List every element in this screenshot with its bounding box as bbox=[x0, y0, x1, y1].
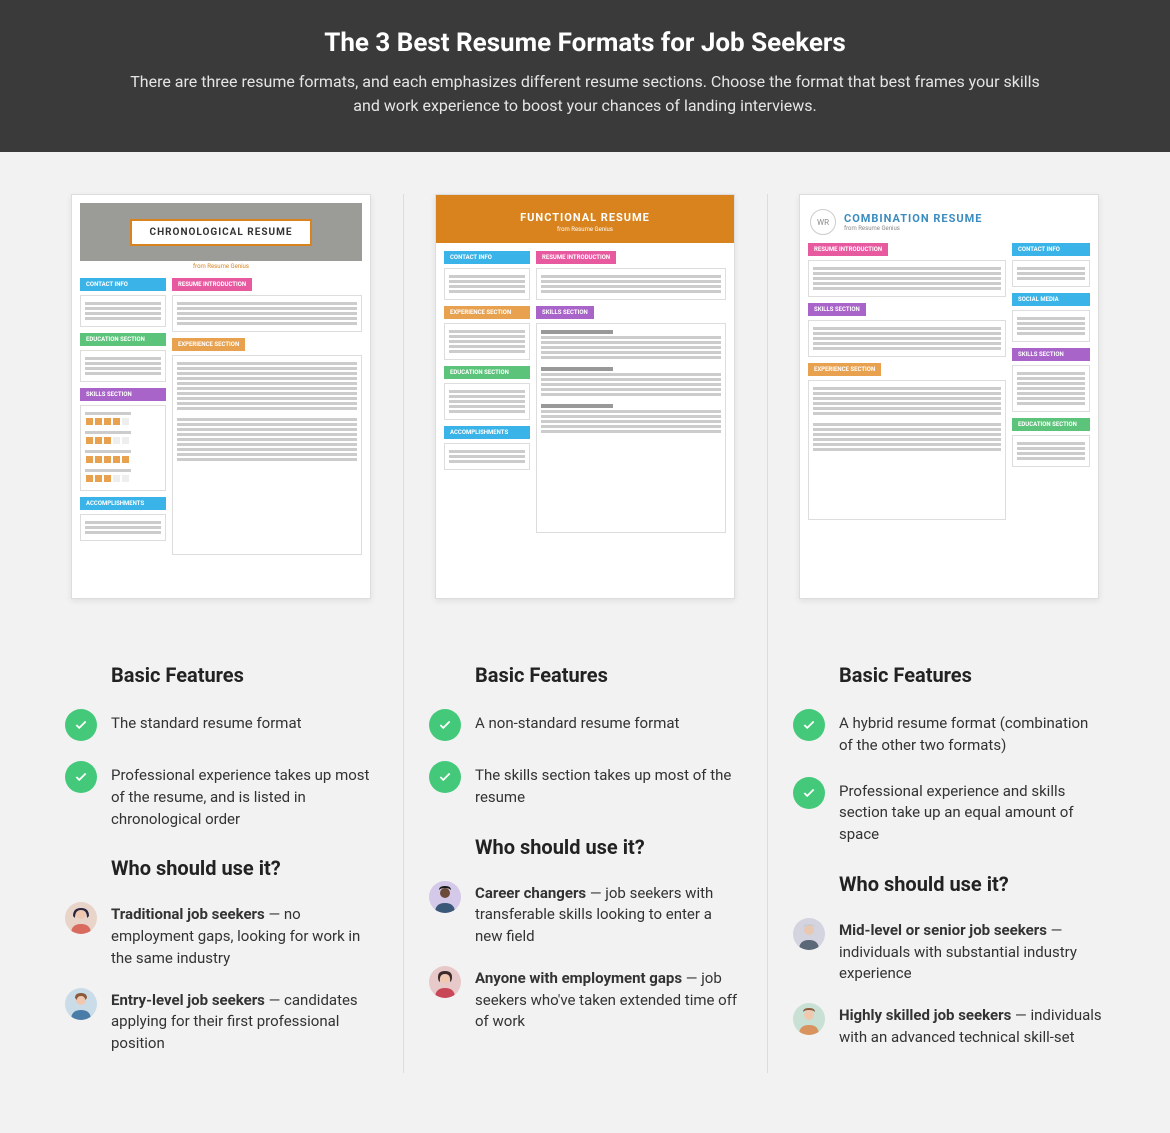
thumb-subtitle: from Resume Genius bbox=[72, 263, 370, 270]
thumb-chronological: CHRONOLOGICAL RESUME from Resume Genius … bbox=[71, 194, 371, 599]
check-icon bbox=[793, 777, 825, 809]
feature-text: Professional experience takes up most of… bbox=[111, 761, 377, 830]
persona-text: Traditional job seekers — no employment … bbox=[111, 902, 377, 969]
feature-text: A non-standard resume format bbox=[475, 709, 679, 735]
tag-education: EDUCATION SECTION bbox=[444, 366, 530, 379]
avatar-icon bbox=[429, 881, 461, 913]
tag-contact: CONTACT INFO bbox=[1012, 243, 1090, 256]
who-heading: Who should use it? bbox=[111, 856, 377, 880]
avatar-icon bbox=[793, 918, 825, 950]
tag-accomplishments: ACCOMPLISHMENTS bbox=[80, 497, 166, 510]
thumb-title: CHRONOLOGICAL RESUME bbox=[130, 219, 313, 246]
thumb-subtitle: from Resume Genius bbox=[844, 225, 982, 232]
column-functional: FUNCTIONAL RESUME from Resume Genius CONT… bbox=[403, 194, 766, 1073]
column-combination: WR COMBINATION RESUMEfrom Resume Genius … bbox=[767, 194, 1130, 1073]
avatar-icon bbox=[429, 966, 461, 998]
tag-intro: RESUME INTRODUCTION bbox=[808, 243, 888, 256]
thumb-combination: WR COMBINATION RESUMEfrom Resume Genius … bbox=[799, 194, 1099, 599]
tag-experience: EXPERIENCE SECTION bbox=[172, 338, 245, 351]
who-heading: Who should use it? bbox=[475, 835, 741, 859]
check-icon bbox=[429, 761, 461, 793]
page-subtitle: There are three resume formats, and each… bbox=[120, 70, 1050, 118]
page-title: The 3 Best Resume Formats for Job Seeker… bbox=[120, 28, 1050, 58]
avatar-icon bbox=[65, 988, 97, 1020]
tag-experience: EXPERIENCE SECTION bbox=[808, 363, 881, 376]
persona-text: Highly skilled job seekers — individuals… bbox=[839, 1003, 1105, 1049]
persona-text: Anyone with employment gaps — job seeker… bbox=[475, 966, 741, 1033]
thumb-title: FUNCTIONAL RESUME bbox=[436, 211, 734, 224]
tag-social: SOCIAL MEDIA bbox=[1012, 293, 1090, 306]
features-functional: Basic Features A non-standard resume for… bbox=[425, 599, 745, 1051]
tag-skills: SKILLS SECTION bbox=[536, 306, 594, 319]
tag-contact: CONTACT INFO bbox=[80, 278, 166, 291]
tag-contact: CONTACT INFO bbox=[444, 251, 530, 264]
avatar-icon bbox=[793, 1003, 825, 1035]
features-chronological: Basic Features The standard resume forma… bbox=[61, 599, 381, 1073]
thumb-title: COMBINATION RESUME bbox=[844, 212, 982, 225]
feature-text: The skills section takes up most of the … bbox=[475, 761, 741, 809]
feature-text: Professional experience and skills secti… bbox=[839, 777, 1105, 846]
page-header: The 3 Best Resume Formats for Job Seeker… bbox=[0, 0, 1170, 152]
feature-text: A hybrid resume format (combination of t… bbox=[839, 709, 1105, 757]
check-icon bbox=[65, 709, 97, 741]
thumb-functional: FUNCTIONAL RESUME from Resume Genius CONT… bbox=[435, 194, 735, 599]
check-icon bbox=[65, 761, 97, 793]
tag-accomplishments: ACCOMPLISHMENTS bbox=[444, 426, 530, 439]
feature-text: The standard resume format bbox=[111, 709, 302, 735]
tag-skills: SKILLS SECTION bbox=[80, 388, 166, 401]
who-heading: Who should use it? bbox=[839, 872, 1105, 896]
tag-experience: EXPERIENCE SECTION bbox=[444, 306, 530, 319]
tag-education: EDUCATION SECTION bbox=[1012, 418, 1090, 431]
features-heading: Basic Features bbox=[475, 663, 741, 687]
thumb-initials: WR bbox=[810, 209, 836, 235]
column-chronological: CHRONOLOGICAL RESUME from Resume Genius … bbox=[40, 194, 402, 1073]
tag-skills: SKILLS SECTION bbox=[808, 303, 866, 316]
tag-intro: RESUME INTRODUCTION bbox=[172, 278, 252, 291]
persona-text: Career changers — job seekers with trans… bbox=[475, 881, 741, 948]
check-icon bbox=[793, 709, 825, 741]
tag-intro: RESUME INTRODUCTION bbox=[536, 251, 616, 264]
features-heading: Basic Features bbox=[839, 663, 1105, 687]
format-grid: CHRONOLOGICAL RESUME from Resume Genius … bbox=[0, 152, 1170, 1133]
tag-skills: SKILLS SECTION bbox=[1012, 348, 1090, 361]
tag-education: EDUCATION SECTION bbox=[80, 333, 166, 346]
features-combination: Basic Features A hybrid resume format (c… bbox=[789, 599, 1109, 1067]
check-icon bbox=[429, 709, 461, 741]
persona-text: Entry-level job seekers — candidates app… bbox=[111, 988, 377, 1055]
features-heading: Basic Features bbox=[111, 663, 377, 687]
thumb-subtitle: from Resume Genius bbox=[436, 226, 734, 233]
persona-text: Mid-level or senior job seekers — indivi… bbox=[839, 918, 1105, 985]
avatar-icon bbox=[65, 902, 97, 934]
